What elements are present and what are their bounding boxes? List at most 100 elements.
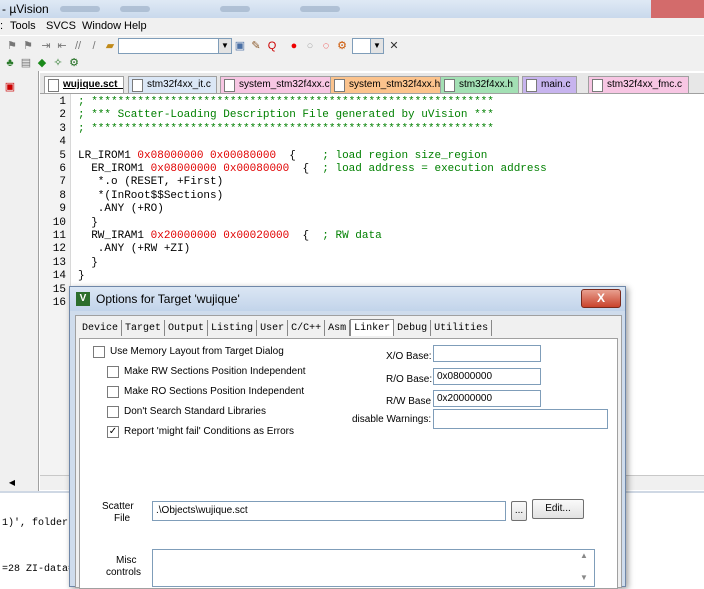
tab-listing[interactable]: Listing — [208, 320, 258, 336]
find-combo[interactable]: ▼ — [118, 38, 232, 54]
breakpoint-disabled-icon[interactable]: ○ — [304, 40, 316, 52]
code-token: LR_IROM1 — [78, 149, 138, 162]
bookmark-prev-icon[interactable]: ⚑ — [6, 40, 18, 52]
code-token: 0x08000000 0x00080000 — [137, 149, 277, 162]
make-ro-pi-checkbox[interactable] — [107, 386, 119, 398]
tab-stm32f4xx-fmc-c[interactable]: stm32f4xx_fmc.c — [588, 76, 689, 93]
line-number: 2 — [59, 109, 66, 122]
tab-stm32f4xx-it-c[interactable]: stm32f4xx_it.c — [128, 76, 218, 93]
code-line: .ANY (+RW +ZI) — [78, 243, 190, 255]
file-icon — [526, 79, 537, 92]
unindent-icon[interactable]: ⇤ — [56, 40, 68, 52]
misc-label: Misc — [116, 555, 137, 566]
tab-debug[interactable]: Debug — [394, 320, 432, 336]
menu-tools[interactable]: Tools — [10, 20, 36, 32]
ro-base-input[interactable]: 0x08000000 — [433, 368, 541, 385]
options-icon[interactable]: ⚙ — [68, 57, 80, 69]
tab-user[interactable]: User — [257, 320, 289, 336]
report-might-fail-checkbox[interactable]: ✓ — [107, 426, 119, 438]
scatter-label: Scatter — [102, 501, 134, 512]
breakpoint-icon[interactable]: ● — [288, 40, 300, 52]
tab-stm32f4xx-h[interactable]: stm32f4xx.h — [440, 76, 520, 93]
indent-icon[interactable]: ⇥ — [40, 40, 52, 52]
tab-system-stm32f4xx-h[interactable]: system_stm32f4xx.h — [330, 76, 447, 93]
use-memory-layout-checkbox[interactable] — [93, 346, 105, 358]
scroll-up-icon[interactable]: ▲ — [580, 551, 588, 560]
find-icon[interactable]: ✎ — [250, 40, 262, 52]
open-file-icon[interactable]: ▰ — [104, 40, 116, 52]
scroll-left-icon[interactable]: ◀ — [6, 477, 18, 489]
code-token: *.o (RESET, +First) — [78, 176, 224, 189]
dont-search-libs-checkbox[interactable] — [107, 406, 119, 418]
tab-wujique-sct[interactable]: wujique.sct — [44, 76, 125, 93]
menu-svcs[interactable]: SVCS — [46, 20, 76, 32]
tab-system-stm32f4xx-c[interactable]: system_stm32f4xx.c — [220, 76, 337, 93]
code-line: RW_IRAM1 0x20000000 0x00020000 { ; RW da… — [78, 230, 382, 242]
scatter-file-input[interactable]: .\Objects\wujique.sct — [152, 501, 506, 521]
code-token: ; RW data — [322, 230, 382, 242]
disable-all-breakpoints-icon[interactable]: ◌ — [320, 40, 332, 52]
scroll-down-icon[interactable]: ▼ — [580, 573, 588, 582]
load-icon[interactable]: ✧ — [52, 57, 64, 69]
project-panel: ▣ — [0, 71, 39, 491]
tab-output[interactable]: Output — [165, 320, 209, 336]
misc-controls-input[interactable] — [152, 549, 595, 587]
code-line: LR_IROM1 0x08000000 0x00080000 { ; load … — [78, 150, 487, 162]
line-number: 15 — [52, 283, 66, 296]
uncomment-icon[interactable]: / — [88, 40, 100, 52]
menu-window[interactable]: Window — [82, 20, 121, 32]
xo-base-input[interactable] — [433, 345, 541, 362]
code-token: } — [78, 270, 85, 283]
dont-search-libs-label: Don't Search Standard Libraries — [124, 406, 266, 417]
rw-base-label: R/W Base — [386, 396, 432, 407]
tab-utilities[interactable]: Utilities — [431, 320, 493, 336]
rw-base-input[interactable]: 0x20000000 — [433, 390, 541, 407]
code-token: RW_IRAM1 — [78, 230, 151, 242]
line-number-gutter: 1 2 3 4 5 6 7 8 9 10 11 12 13 14 15 16 — [40, 94, 71, 484]
browse-scatter-button[interactable]: ... — [511, 501, 527, 521]
dialog-body: Device Target Output Listing User C/C++ Asm Lin… — [75, 315, 622, 589]
misc-controls-label: controls — [106, 567, 142, 578]
blurred-title-segment — [220, 6, 250, 12]
translate-icon[interactable]: ♣ — [4, 57, 16, 69]
code-token: { — [276, 149, 323, 162]
file-icon — [444, 79, 455, 92]
build-icon[interactable]: ▤ — [20, 57, 32, 69]
disable-warnings-input[interactable] — [433, 409, 608, 429]
bookmark-next-icon[interactable]: ⚑ — [22, 40, 34, 52]
line-number: 9 — [59, 203, 66, 216]
code-line: } — [78, 257, 98, 269]
project-icon[interactable]: ▣ — [4, 81, 16, 93]
line-number: 3 — [59, 122, 66, 135]
code-token: ER_IROM1 — [78, 163, 151, 175]
edit-scatter-button[interactable]: Edit... — [532, 499, 584, 519]
window-close-button[interactable] — [651, 0, 704, 18]
comment-icon[interactable]: // — [72, 40, 84, 52]
find-in-files-icon[interactable]: ▣ — [234, 40, 246, 52]
kill-breakpoints-icon[interactable]: ⚙ — [336, 40, 348, 52]
options-tab-strip: Device Target Output Listing User C/C++ Asm Lin… — [79, 319, 493, 337]
dialog-close-button[interactable]: X — [581, 289, 621, 308]
tab-asm[interactable]: Asm — [325, 320, 351, 336]
use-memory-layout-label: Use Memory Layout from Target Dialog — [110, 346, 284, 357]
tab-c-cpp[interactable]: C/C++ — [288, 320, 326, 336]
code-token: } — [78, 256, 98, 269]
code-token: ; **************************************… — [78, 122, 494, 135]
window-layout-combo[interactable]: ▼ — [352, 38, 384, 54]
configure-icon[interactable]: ✕ — [388, 40, 400, 52]
tab-linker[interactable]: Linker — [350, 319, 395, 336]
search-icon[interactable]: Q — [266, 40, 278, 52]
menu-help[interactable]: Help — [124, 20, 147, 32]
tab-target[interactable]: Target — [122, 320, 166, 336]
dialog-title-bar[interactable]: V Options for Target 'wujique' X — [70, 287, 625, 311]
tab-main-c[interactable]: main.c — [522, 76, 578, 93]
code-token: ; **************************************… — [78, 96, 494, 108]
rebuild-icon[interactable]: ◆ — [36, 57, 48, 69]
make-rw-pi-checkbox[interactable] — [107, 366, 119, 378]
window-title: - µVision — [2, 2, 49, 16]
code-token: 0x08000000 0x00080000 — [150, 163, 290, 175]
options-dialog: V Options for Target 'wujique' X Device T… — [69, 286, 626, 589]
xo-base-label: X/O Base: — [386, 351, 432, 362]
tab-device[interactable]: Device — [79, 320, 123, 336]
build-toolbar: ⚑ ⚑ ⇥ ⇤ // / ▰ ▼ ▣ ✎ Q ● ○ ◌ ⚙ ▼ ✕ — [0, 35, 704, 56]
